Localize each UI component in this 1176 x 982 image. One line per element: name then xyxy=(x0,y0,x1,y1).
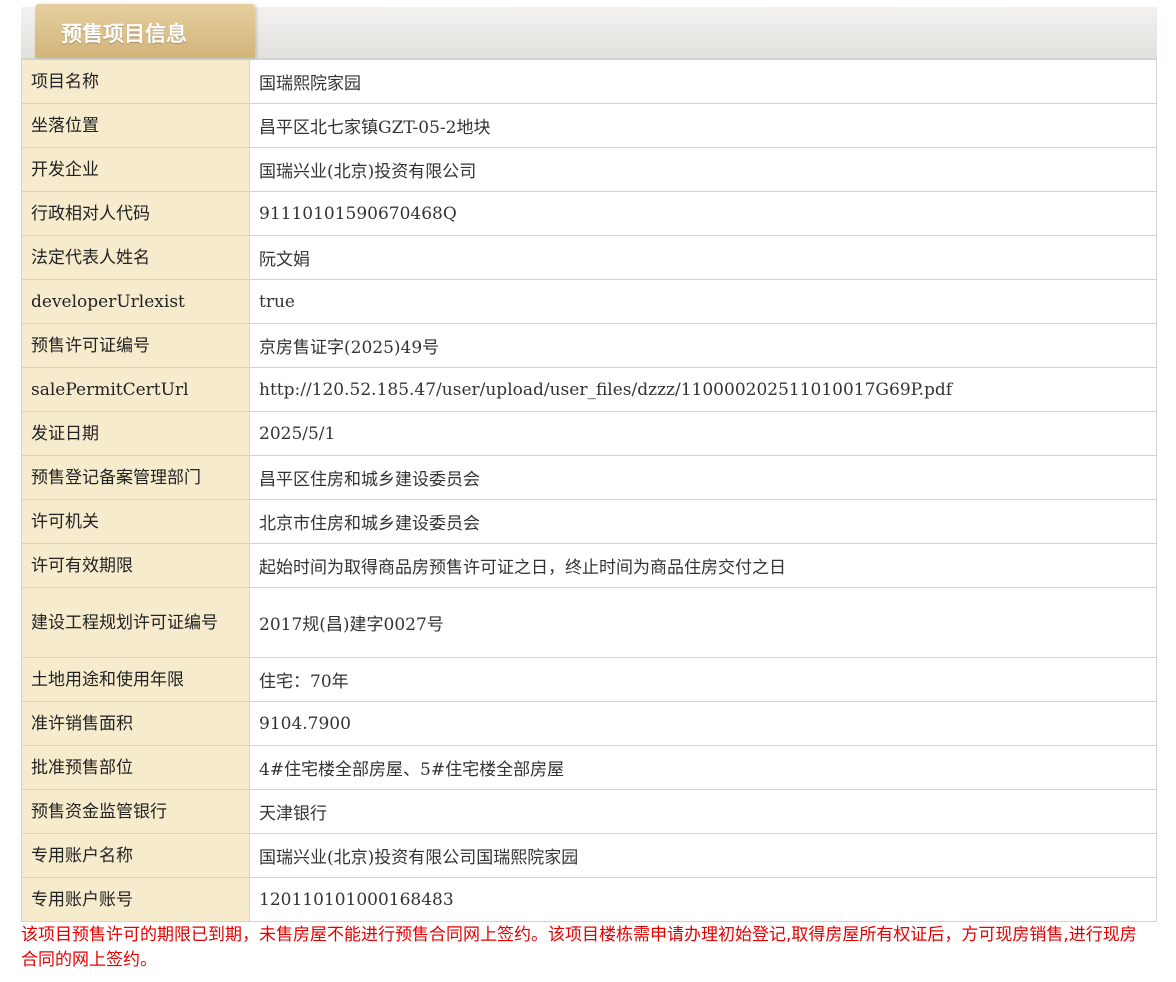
row-value: 起始时间为取得商品房预售许可证之日，终止时间为商品住房交付之日 xyxy=(249,543,1157,588)
table-row: 许可机关 北京市住房和城乡建设委员会 xyxy=(21,499,1157,544)
presale-info-panel: 预售项目信息 项目名称 国瑞熙院家园 坐落位置 昌平区北七家镇GZT-05-2地块 … xyxy=(21,4,1157,922)
row-label: 许可机关 xyxy=(21,499,250,544)
row-value: 天津银行 xyxy=(249,789,1157,834)
table-row: 开发企业 国瑞兴业(北京)投资有限公司 xyxy=(21,147,1157,192)
row-value: 住宅：70年 xyxy=(249,657,1157,702)
table-row: 专用账户名称 国瑞兴业(北京)投资有限公司国瑞熙院家园 xyxy=(21,833,1157,878)
table-row: 发证日期 2025/5/1 xyxy=(21,411,1157,456)
table-row: developerUrlexist true xyxy=(21,279,1157,324)
table-row: 预售资金监管银行 天津银行 xyxy=(21,789,1157,834)
table-row: 预售许可证编号 京房售证字(2025)49号 xyxy=(21,323,1157,368)
row-value: 2025/5/1 xyxy=(249,411,1157,456)
expiry-notice: 该项目预售许可的期限已到期，未售房屋不能进行预售合同网上签约。该项目楼栋需申请办… xyxy=(21,925,1137,970)
row-label: 项目名称 xyxy=(21,59,250,104)
row-value: 阮文娟 xyxy=(249,235,1157,280)
row-value: 国瑞兴业(北京)投资有限公司 xyxy=(249,147,1157,192)
row-label: 专用账户账号 xyxy=(21,877,250,922)
table-row: 法定代表人姓名 阮文娟 xyxy=(21,235,1157,280)
table-row: 土地用途和使用年限 住宅：70年 xyxy=(21,657,1157,702)
row-value: 国瑞熙院家园 xyxy=(249,59,1157,104)
row-label: salePermitCertUrl xyxy=(21,367,250,412)
row-label: 建设工程规划许可证编号 xyxy=(21,587,250,658)
row-label: 准许销售面积 xyxy=(21,701,250,746)
row-label: 发证日期 xyxy=(21,411,250,456)
row-label: 许可有效期限 xyxy=(21,543,250,588)
table-row: salePermitCertUrl http://120.52.185.47/us… xyxy=(21,367,1157,412)
row-value: 4#住宅楼全部房屋、5#住宅楼全部房屋 xyxy=(249,745,1157,790)
table-row: 建设工程规划许可证编号 2017规(昌)建字0027号 xyxy=(21,587,1157,658)
row-value: 9104.7900 xyxy=(249,701,1157,746)
row-value: 91110101590670468Q xyxy=(249,191,1157,236)
table-row: 准许销售面积 9104.7900 xyxy=(21,701,1157,746)
table-row: 预售登记备案管理部门 昌平区住房和城乡建设委员会 xyxy=(21,455,1157,500)
table-row: 批准预售部位 4#住宅楼全部房屋、5#住宅楼全部房屋 xyxy=(21,745,1157,790)
info-table: 项目名称 国瑞熙院家园 坐落位置 昌平区北七家镇GZT-05-2地块 开发企业 国瑞兴… xyxy=(21,59,1157,922)
row-value: 2017规(昌)建字0027号 xyxy=(249,587,1157,658)
row-label: 行政相对人代码 xyxy=(21,191,250,236)
row-value: 昌平区住房和城乡建设委员会 xyxy=(249,455,1157,500)
tab-bar: 预售项目信息 xyxy=(21,4,1157,59)
table-row: 许可有效期限 起始时间为取得商品房预售许可证之日，终止时间为商品住房交付之日 xyxy=(21,543,1157,588)
row-label: 法定代表人姓名 xyxy=(21,235,250,280)
table-row: 坐落位置 昌平区北七家镇GZT-05-2地块 xyxy=(21,103,1157,148)
row-label: 专用账户名称 xyxy=(21,833,250,878)
row-value: 京房售证字(2025)49号 xyxy=(249,323,1157,368)
row-label: 土地用途和使用年限 xyxy=(21,657,250,702)
row-label: 批准预售部位 xyxy=(21,745,250,790)
row-label: 坐落位置 xyxy=(21,103,250,148)
row-value: 120110101000168483 xyxy=(249,877,1157,922)
tab-presale-info[interactable]: 预售项目信息 xyxy=(35,4,255,58)
table-row: 行政相对人代码 91110101590670468Q xyxy=(21,191,1157,236)
row-label: 预售登记备案管理部门 xyxy=(21,455,250,500)
row-value: 昌平区北七家镇GZT-05-2地块 xyxy=(249,103,1157,148)
row-label: 开发企业 xyxy=(21,147,250,192)
row-value: 国瑞兴业(北京)投资有限公司国瑞熙院家园 xyxy=(249,833,1157,878)
tab-title: 预售项目信息 xyxy=(61,22,187,46)
row-value: true xyxy=(249,279,1157,324)
table-row: 专用账户账号 120110101000168483 xyxy=(21,877,1157,922)
row-value: http://120.52.185.47/user/upload/user_fi… xyxy=(249,367,1157,412)
row-label: 预售许可证编号 xyxy=(21,323,250,368)
table-row: 项目名称 国瑞熙院家园 xyxy=(21,59,1157,104)
row-label: 预售资金监管银行 xyxy=(21,789,250,834)
row-label: developerUrlexist xyxy=(21,279,250,324)
row-value: 北京市住房和城乡建设委员会 xyxy=(249,499,1157,544)
